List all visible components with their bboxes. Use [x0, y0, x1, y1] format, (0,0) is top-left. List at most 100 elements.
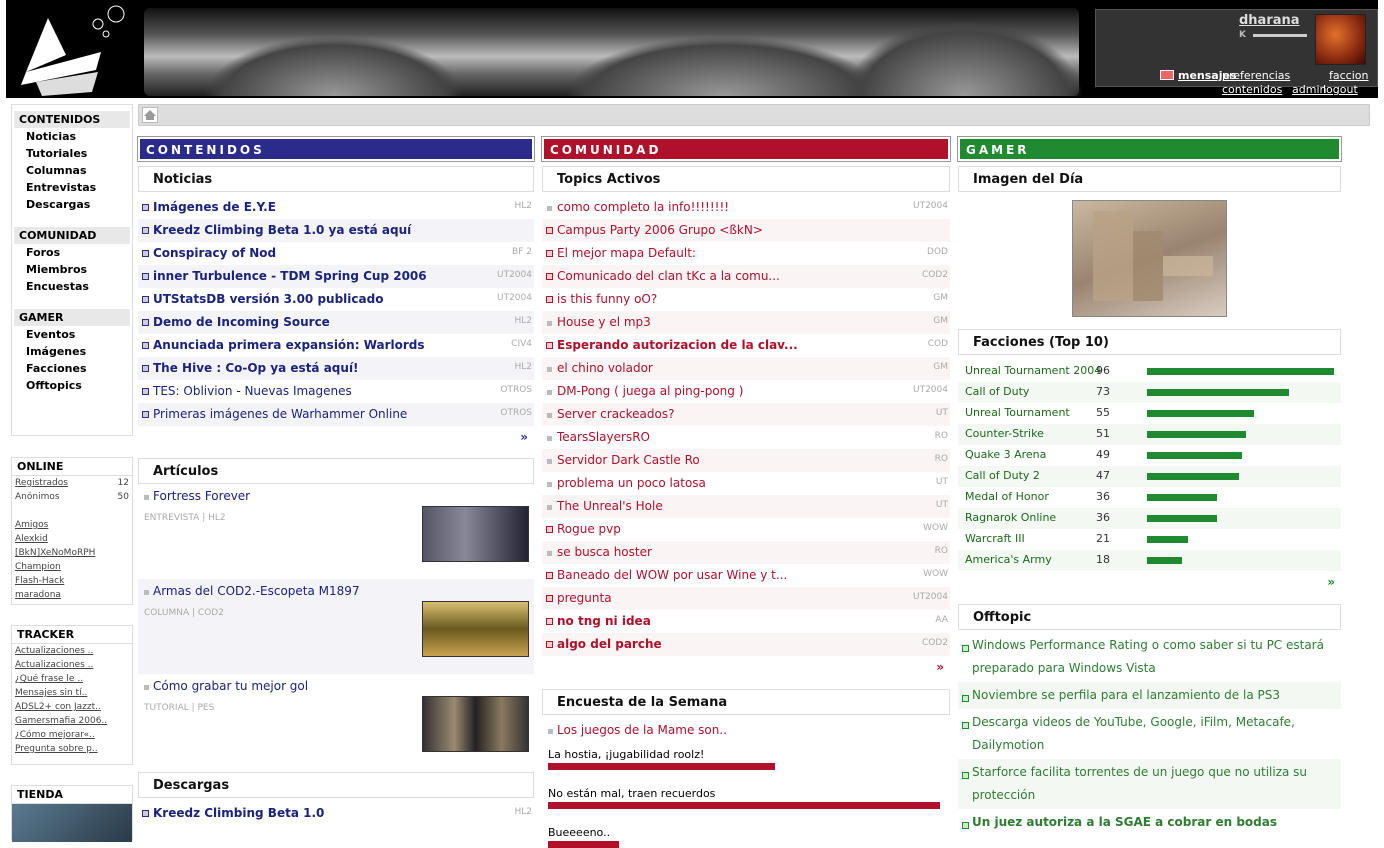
topic-row[interactable]: TearsSlayersRO RO: [542, 426, 950, 449]
tracker-item[interactable]: Gamersmafia 2006..: [12, 714, 132, 728]
noticia-row[interactable]: UTStatsDB versión 3.00 publicado UT2004: [138, 288, 534, 311]
nav-item-facciones[interactable]: Facciones: [14, 360, 130, 377]
article-thumbnail[interactable]: [422, 696, 529, 752]
poll-option-label[interactable]: La hostia, ¡jugabilidad roolz!: [548, 748, 944, 761]
noticia-row[interactable]: inner Turbulence - TDM Spring Cup 2006 UT…: [138, 265, 534, 288]
online-user[interactable]: maradona: [12, 588, 132, 602]
faccion-name[interactable]: Call of Duty: [965, 385, 1029, 398]
faccion-name[interactable]: America's Army: [965, 553, 1052, 566]
faccion-row[interactable]: Medal of Honor 36: [958, 487, 1341, 508]
faccion-name[interactable]: Unreal Tournament: [965, 406, 1070, 419]
offtopic-title[interactable]: Starforce facilita torrentes de un juego…: [972, 765, 1307, 802]
topic-row[interactable]: El mejor mapa Default: DOD: [542, 242, 950, 265]
noticia-row[interactable]: Primeras imágenes de Warhammer Online OTR…: [138, 403, 534, 426]
nav-item-offtopics[interactable]: Offtopics: [14, 377, 130, 394]
offtopic-title[interactable]: Descarga videos de YouTube, Google, iFil…: [972, 715, 1295, 752]
noticia-title[interactable]: TES: Oblivion - Nuevas Imagenes: [153, 384, 352, 398]
noticia-title[interactable]: Conspiracy of Nod: [153, 246, 276, 260]
topic-row[interactable]: no tng ni idea AA: [542, 610, 950, 633]
noticias-more-link[interactable]: »: [138, 426, 534, 453]
offtopic-row[interactable]: Descarga videos de YouTube, Google, iFil…: [958, 709, 1341, 759]
faccion-name[interactable]: Ragnarok Online: [965, 511, 1056, 524]
noticia-row[interactable]: Kreedz Climbing Beta 1.0 ya está aquí: [138, 219, 534, 242]
noticia-title[interactable]: Kreedz Climbing Beta 1.0 ya está aquí: [153, 223, 411, 237]
topic-row[interactable]: el chino volador GM: [542, 357, 950, 380]
descarga-row[interactable]: Kreedz Climbing Beta 1.0 HL2: [138, 802, 534, 825]
topic-row[interactable]: Server crackeados? UT: [542, 403, 950, 426]
topic-title[interactable]: is this funny oO?: [557, 292, 657, 306]
topic-row[interactable]: como completo la info!!!!!!!! UT2004: [542, 196, 950, 219]
topic-row[interactable]: Comunicado del clan tKc a la comu... COD2: [542, 265, 950, 288]
faccion-row[interactable]: Quake 3 Arena 49: [958, 445, 1341, 466]
topic-title[interactable]: problema un poco latosa: [557, 476, 706, 490]
online-user[interactable]: Flash-Hack: [12, 574, 132, 588]
tienda-image[interactable]: [12, 804, 132, 842]
poll-option-label[interactable]: No están mal, traen recuerdos: [548, 787, 944, 800]
noticia-title[interactable]: Anunciada primera expansión: Warlords: [153, 338, 425, 352]
topic-title[interactable]: Server crackeados?: [557, 407, 675, 421]
faccion-name[interactable]: Quake 3 Arena: [965, 448, 1046, 461]
topic-title[interactable]: como completo la info!!!!!!!!: [557, 200, 729, 214]
offtopic-title[interactable]: Un juez autoriza a la SGAE a cobrar en b…: [972, 815, 1277, 829]
topic-title[interactable]: no tng ni idea: [557, 614, 651, 628]
article-title[interactable]: Cómo grabar tu mejor gol: [153, 679, 308, 693]
nav-item-descargas[interactable]: Descargas: [14, 196, 130, 213]
faccion-row[interactable]: Unreal Tournament 55: [958, 403, 1341, 424]
faccion-row[interactable]: Warcraft III 21: [958, 529, 1341, 550]
nav-item-columnas[interactable]: Columnas: [14, 162, 130, 179]
facciones-more-link[interactable]: »: [958, 571, 1341, 599]
preferencias-link[interactable]: preferencias: [1222, 69, 1290, 82]
online-user[interactable]: [BkN]XeNoMoRPH: [12, 546, 132, 560]
topic-row[interactable]: problema un poco latosa UT: [542, 472, 950, 495]
faccion-name[interactable]: Counter-Strike: [965, 427, 1044, 440]
contenidos-link[interactable]: contenidos: [1222, 83, 1282, 96]
topic-title[interactable]: Rogue pvp: [557, 522, 621, 536]
registrados-row[interactable]: Registrados 12: [12, 476, 132, 490]
poll-option-label[interactable]: Bueeeeno..: [548, 826, 944, 839]
topic-row[interactable]: algo del parche COD2: [542, 633, 950, 656]
topic-row[interactable]: pregunta UT2004: [542, 587, 950, 610]
topic-title[interactable]: El mejor mapa Default:: [557, 246, 696, 260]
offtopic-title[interactable]: Windows Performance Rating o como saber …: [972, 638, 1324, 675]
topic-title[interactable]: TearsSlayersRO: [557, 430, 650, 444]
tracker-item[interactable]: Pregunta sobre p..: [12, 742, 132, 756]
topic-row[interactable]: The Unreal's Hole UT: [542, 495, 950, 518]
faccion-name[interactable]: Unreal Tournament 2004: [965, 364, 1101, 377]
article-title[interactable]: Fortress Forever: [153, 489, 250, 503]
topic-title[interactable]: The Unreal's Hole: [557, 499, 663, 513]
mail-icon[interactable]: [1160, 70, 1174, 80]
faccion-row[interactable]: Call of Duty 73: [958, 382, 1341, 403]
site-logo[interactable]: [6, 0, 138, 98]
faccion-row[interactable]: Ragnarok Online 36: [958, 508, 1341, 529]
noticia-title[interactable]: inner Turbulence - TDM Spring Cup 2006: [153, 269, 427, 283]
nav-item-tutoriales[interactable]: Tutoriales: [14, 145, 130, 162]
article-title[interactable]: Armas del COD2.-Escopeta M1897: [153, 584, 360, 598]
tracker-item[interactable]: Actualizaciones ..: [12, 644, 132, 658]
online-user[interactable]: Champion: [12, 560, 132, 574]
topic-title[interactable]: Esperando autorizacion de la clav...: [557, 338, 798, 352]
noticia-title[interactable]: Primeras imágenes de Warhammer Online: [153, 407, 407, 421]
faccion-name[interactable]: Warcraft III: [965, 532, 1025, 545]
noticia-row[interactable]: TES: Oblivion - Nuevas Imagenes OTROS: [138, 380, 534, 403]
faccion-name[interactable]: Call of Duty 2: [965, 469, 1040, 482]
tracker-item[interactable]: ADSL2+ con Jazzt..: [12, 700, 132, 714]
topic-title[interactable]: el chino volador: [557, 361, 653, 375]
nav-item-foros[interactable]: Foros: [14, 244, 130, 261]
encuesta-question[interactable]: Los juegos de la Mame son..: [542, 719, 950, 742]
article-thumbnail[interactable]: [422, 601, 529, 657]
tracker-item[interactable]: ¿Qué frase le ..: [12, 672, 132, 686]
offtopic-row[interactable]: Noviembre se perfila para el lanzamiento…: [958, 682, 1341, 709]
online-user[interactable]: Alexkid: [12, 532, 132, 546]
topic-row[interactable]: House y el mp3 GM: [542, 311, 950, 334]
home-icon[interactable]: [142, 107, 158, 123]
admin-link[interactable]: admin: [1292, 83, 1326, 96]
logout-link[interactable]: logout: [1323, 83, 1358, 96]
imagen-del-dia[interactable]: [1072, 200, 1227, 317]
nav-item-noticias[interactable]: Noticias: [14, 128, 130, 145]
topics-more-link[interactable]: »: [542, 656, 950, 684]
topic-title[interactable]: pregunta: [557, 591, 612, 605]
topic-title[interactable]: se busca hoster: [557, 545, 652, 559]
noticia-row[interactable]: Imágenes de E.Y.E HL2: [138, 196, 534, 219]
avatar[interactable]: [1315, 14, 1366, 65]
topic-row[interactable]: Campus Party 2006 Grupo <ßkN>: [542, 219, 950, 242]
